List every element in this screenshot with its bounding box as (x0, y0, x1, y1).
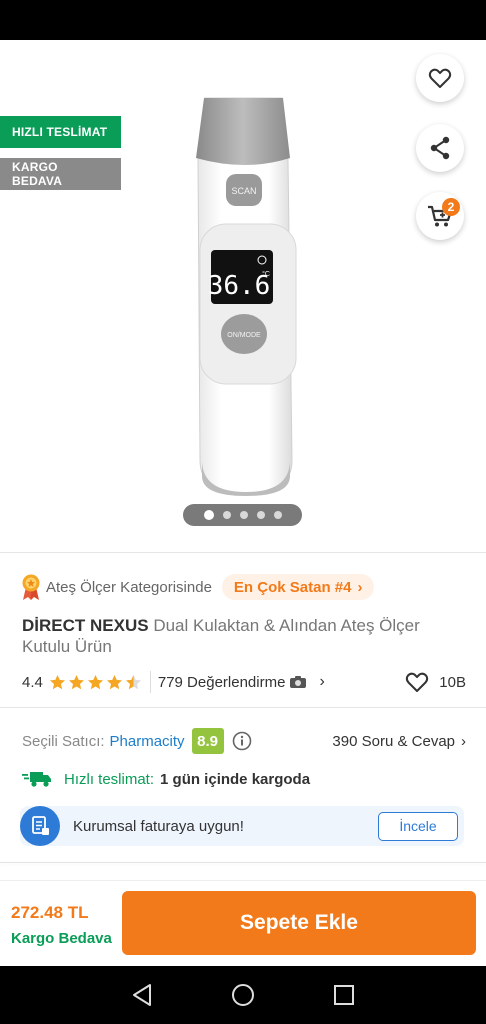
divider (0, 862, 486, 863)
best-seller-label: En Çok Satan #4 (233, 578, 352, 596)
shipping-label: Hızlı teslimat: (64, 770, 155, 788)
product-brand[interactable]: DİRECT NEXUS (22, 616, 149, 635)
chevron-right-icon[interactable]: › (319, 673, 324, 691)
invoice-icon (20, 806, 60, 846)
star-icon (106, 674, 122, 689)
qa-label: 390 Soru & Cevap (332, 732, 455, 750)
nav-recents-icon[interactable] (333, 984, 355, 1006)
rating-stars (49, 674, 142, 691)
scan-label: SCAN (231, 186, 256, 196)
camera-icon (290, 676, 307, 688)
price: 272.48 TL (11, 903, 89, 922)
star-icon (125, 674, 141, 689)
gallery-dot[interactable] (203, 510, 214, 520)
rating-score: 4.4 (22, 673, 43, 691)
system-nav-bar (0, 966, 486, 1024)
heart-icon (428, 68, 452, 88)
display-value: 36.6 (208, 271, 271, 301)
cart-button[interactable]: 2 (416, 192, 464, 240)
qa-link[interactable]: 390 Soru & Cevap › (332, 733, 466, 750)
shipping-row: Hızlı teslimat: 1 gün içinde kargoda (22, 768, 310, 790)
free-cargo-badge: KARGO BEDAVA (0, 158, 121, 190)
gallery-dot[interactable] (239, 511, 248, 519)
star-icon (49, 674, 65, 689)
like-count: 10B (439, 673, 466, 691)
nav-back-icon[interactable] (131, 983, 153, 1007)
display-unit: °C (262, 270, 270, 278)
mode-label: ON/MODE (227, 332, 261, 339)
category-text: Ateş Ölçer Kategorisinde (46, 578, 212, 596)
star-icon (68, 674, 84, 689)
bottom-purchase-bar: 272.48 TL Kargo Bedava Sepete Ekle (0, 880, 486, 966)
best-seller-badge[interactable]: En Çok Satan #4 › (221, 574, 375, 600)
back-button[interactable] (20, 62, 56, 98)
invoice-text: Kurumsal faturaya uygun! (73, 817, 244, 835)
likes[interactable]: 10B (405, 671, 466, 693)
star-icon (87, 674, 103, 689)
free-cargo-label: Kargo Bedava (11, 930, 112, 947)
truck-icon (22, 772, 51, 787)
info-icon[interactable] (232, 731, 252, 751)
heart-outline-icon (406, 672, 429, 692)
seller-row: Seçili Satıcı: Pharmacity 8.9 390 Soru &… (22, 728, 466, 754)
divider (0, 552, 486, 553)
seller-score-badge: 8.9 (191, 728, 224, 754)
fast-delivery-badge: HIZLI TESLİMAT (0, 116, 121, 148)
product-title: DİRECT NEXUS Dual Kulaktan & Alından Ate… (22, 615, 462, 657)
category-row: Ateş Ölçer Kategorisinde En Çok Satan #4… (20, 573, 375, 601)
seller-label: Seçili Satıcı: (22, 732, 105, 750)
rating-row: 4.4 779 Değerlendirme › 10B (22, 671, 466, 693)
cart-count-badge: 2 (442, 198, 460, 216)
chevron-right-icon: › (357, 578, 363, 596)
share-icon (430, 136, 450, 160)
product-gallery[interactable]: SCAN 36.6 °C ON/MODE 2 HIZLI TESLİMAT KA… (0, 40, 486, 552)
share-button[interactable] (416, 124, 464, 172)
add-to-cart-button[interactable]: Sepete Ekle (122, 891, 476, 955)
back-arrow-icon (26, 69, 51, 91)
reviews-link[interactable]: 779 Değerlendirme (158, 674, 286, 691)
gallery-dots[interactable] (183, 504, 302, 526)
gallery-dot[interactable] (222, 511, 231, 519)
gallery-dot[interactable] (273, 511, 282, 519)
favorite-button[interactable] (416, 54, 464, 102)
shipping-value: 1 gün içinde kargoda (160, 770, 311, 788)
chevron-right-icon: › (461, 732, 466, 750)
corporate-invoice-banner: Kurumsal faturaya uygun! İncele (20, 806, 464, 846)
nav-home-icon[interactable] (231, 983, 255, 1007)
divider (0, 707, 486, 708)
separator (149, 671, 151, 693)
seller-name-link[interactable]: Pharmacity (110, 733, 185, 750)
medal-icon (22, 574, 40, 600)
inspect-button[interactable]: İncele (378, 811, 458, 841)
status-bar (0, 0, 486, 40)
gallery-dot[interactable] (256, 511, 265, 519)
